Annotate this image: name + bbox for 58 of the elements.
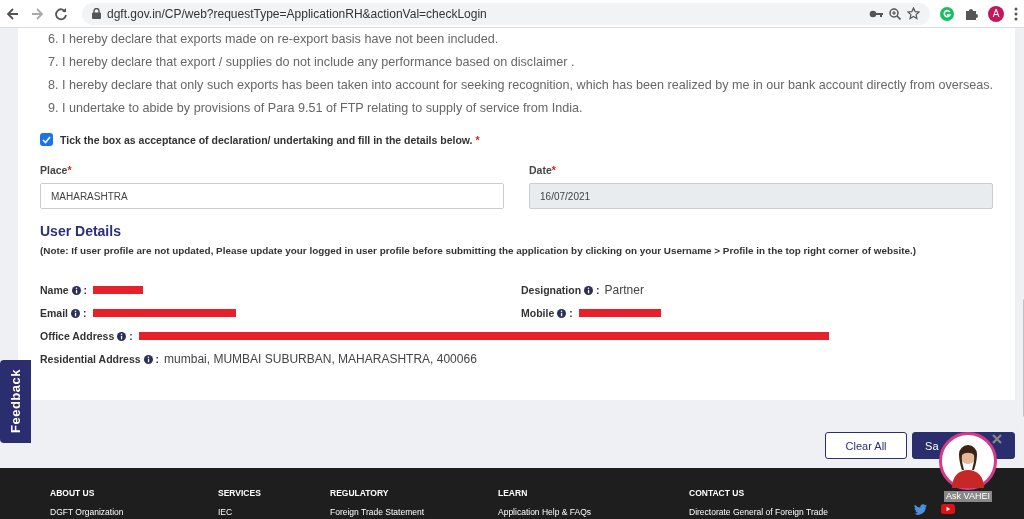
detail-value: Partner xyxy=(604,283,644,297)
detail-label: Name xyxy=(40,284,69,296)
zoom-icon[interactable] xyxy=(889,7,901,20)
feedback-tab[interactable]: Feedback xyxy=(0,360,31,443)
footer-heading: ABOUT US xyxy=(50,488,96,498)
date-field: 16/07/2021 xyxy=(529,183,994,209)
footer-link[interactable]: Foreign Trade Statement xyxy=(330,507,498,517)
assistant-label[interactable]: Ask VAHEI xyxy=(944,491,992,502)
footer-heading: SERVICES xyxy=(218,488,262,498)
declaration-text: 9. I undertake to abide by provisions of Para 9.51 of FTP relating to supply of service from India. xyxy=(48,100,584,117)
footer-link[interactable]: Application Help & FAQs xyxy=(498,507,689,517)
footer-heading: REGULATORY xyxy=(330,488,390,498)
puzzle-icon[interactable] xyxy=(964,6,978,21)
detail-label: Mobile xyxy=(521,307,555,319)
close-icon[interactable] xyxy=(992,434,1002,444)
separator-text: : xyxy=(569,307,573,319)
detail-label: Office Address xyxy=(40,330,115,342)
declaration-text: 7. I hereby declare that export / supplies do not include any performance based on disclaimer . xyxy=(48,54,576,71)
footer-link[interactable]: IEC xyxy=(218,507,330,517)
separator-text: : xyxy=(129,330,133,342)
footer-link[interactable]: Directorate General of Foreign Trade xyxy=(689,507,889,517)
acceptance-label: Tick the box as acceptance of declaration/ undertaking and fill in the details below. * xyxy=(60,133,480,146)
info-icon xyxy=(71,308,80,318)
detail-label: Residential Address xyxy=(40,353,141,365)
separator-text: : xyxy=(596,284,600,296)
key-icon[interactable] xyxy=(869,8,883,19)
info-icon xyxy=(584,285,594,295)
back-icon[interactable] xyxy=(6,6,20,21)
detail-label: Email xyxy=(40,307,68,319)
input-field[interactable]: MAHARASHTRA xyxy=(40,183,505,209)
note-text: (Note: If user profile are not updated, Please update your logged in user profile before submitting the application by clicking on your Username > Profile in the top right corner of website.) xyxy=(40,245,917,256)
bird-icon[interactable] xyxy=(914,504,927,515)
info-icon xyxy=(117,331,127,341)
declaration-text: 6. I hereby declare that exports made on re-export basis have not been included. xyxy=(48,31,500,48)
reload-icon[interactable] xyxy=(54,6,68,21)
info-icon xyxy=(143,354,153,364)
detail-label: Designation xyxy=(521,284,582,296)
profile-avatar[interactable]: A xyxy=(988,5,1004,22)
detail-value: mumbai, MUMBAI SUBURBAN, MAHARASHTRA, 400066 xyxy=(164,352,477,366)
clear-button[interactable]: Clear All xyxy=(825,432,908,459)
assistant-avatar[interactable] xyxy=(938,432,998,490)
separator-text: : xyxy=(83,284,88,296)
footer-heading: CONTACT US xyxy=(689,488,746,498)
declaration-text: 8. I hereby declare that only such exports has been taken into account for seeking recognition, which has been realized by me in our bank account directly from overseas. xyxy=(48,77,994,94)
footer-heading: LEARN xyxy=(498,488,529,498)
section-title: User Details xyxy=(40,223,122,239)
video-play-icon[interactable] xyxy=(941,504,955,514)
separator-text: : xyxy=(155,353,160,365)
checkbox[interactable] xyxy=(40,133,53,146)
separator-text: : xyxy=(83,307,87,319)
field-label: Place* xyxy=(40,164,73,176)
info-icon xyxy=(557,308,567,318)
field-label: Date* xyxy=(529,164,557,176)
star-icon[interactable] xyxy=(907,7,920,20)
footer-link[interactable]: DGFT Organization xyxy=(50,507,218,517)
menu-icon[interactable] xyxy=(1014,6,1018,21)
info-icon xyxy=(71,285,81,295)
lock-icon xyxy=(92,8,101,19)
